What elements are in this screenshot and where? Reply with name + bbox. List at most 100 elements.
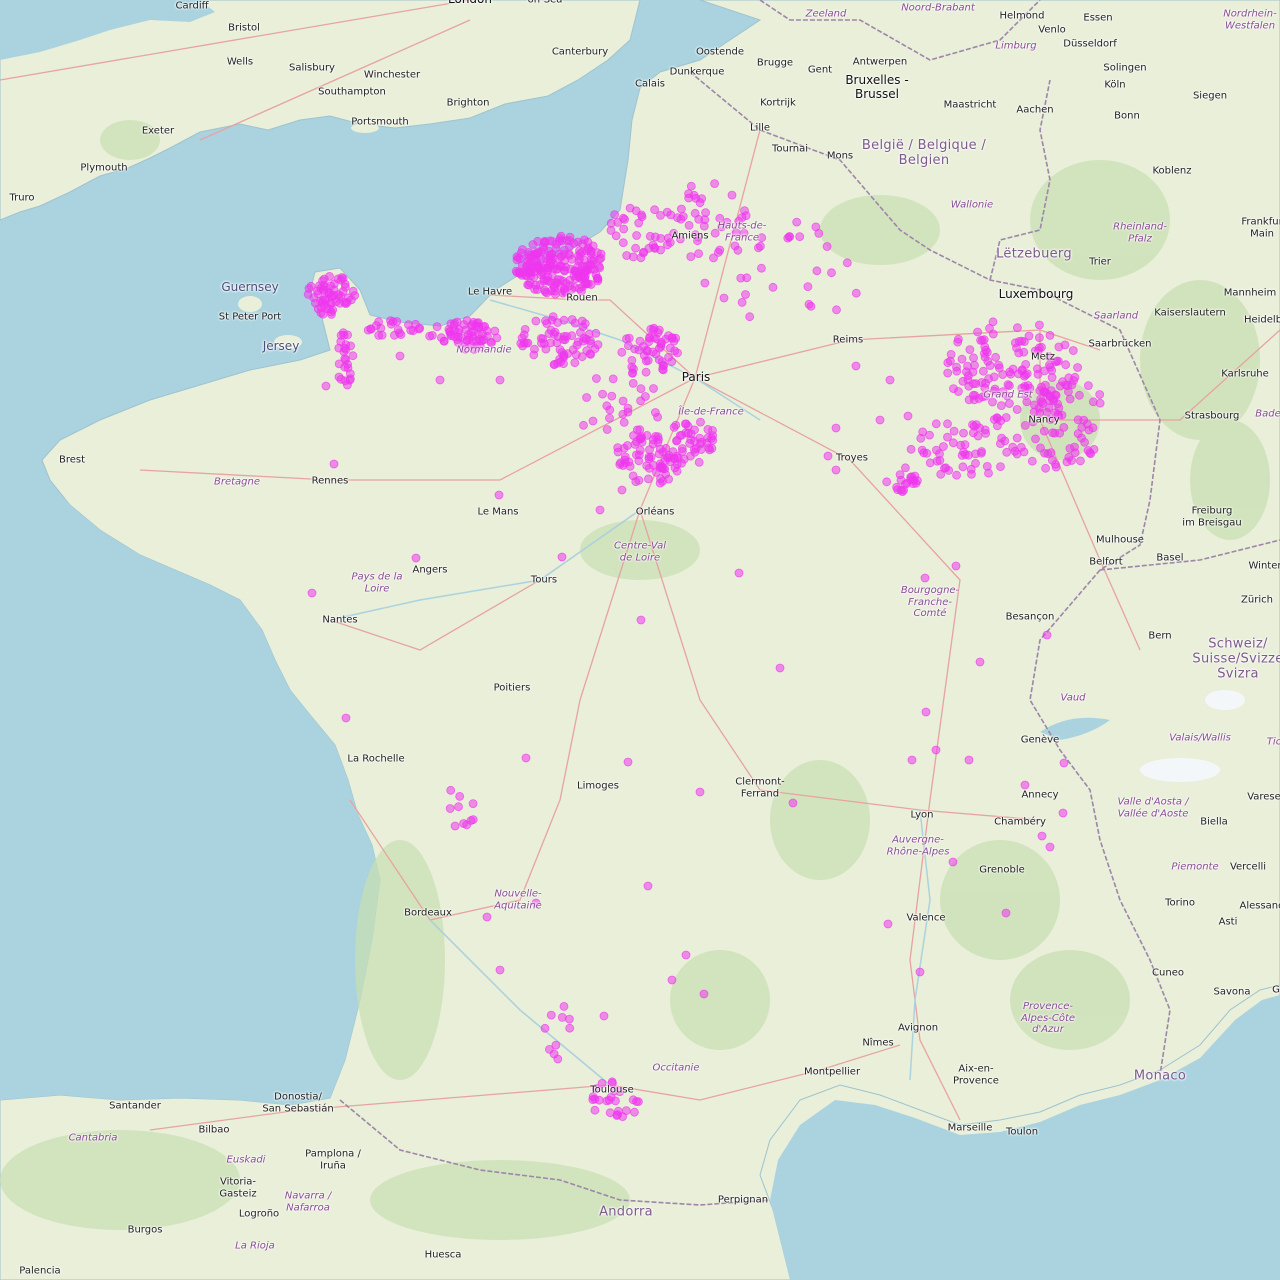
- point-marker[interactable]: [482, 912, 492, 922]
- point-marker[interactable]: [1037, 831, 1047, 841]
- point-marker[interactable]: [652, 467, 661, 477]
- point-marker[interactable]: [340, 282, 350, 292]
- point-marker[interactable]: [851, 361, 861, 371]
- point-marker[interactable]: [595, 505, 605, 515]
- point-marker[interactable]: [643, 881, 653, 891]
- point-marker[interactable]: [607, 391, 617, 401]
- point-marker[interactable]: [875, 415, 885, 425]
- point-marker[interactable]: [885, 375, 895, 385]
- point-marker[interactable]: [593, 340, 603, 350]
- point-marker[interactable]: [559, 315, 569, 325]
- point-marker[interactable]: [957, 354, 967, 364]
- point-marker[interactable]: [700, 278, 710, 288]
- point-marker[interactable]: [882, 477, 892, 487]
- point-marker[interactable]: [348, 286, 358, 296]
- point-marker[interactable]: [812, 266, 822, 276]
- point-marker[interactable]: [605, 1108, 615, 1118]
- point-marker[interactable]: [642, 430, 652, 440]
- point-marker[interactable]: [953, 337, 963, 347]
- point-marker[interactable]: [577, 316, 587, 326]
- point-marker[interactable]: [548, 312, 558, 322]
- point-marker[interactable]: [518, 341, 528, 351]
- point-marker[interactable]: [628, 378, 638, 388]
- point-marker[interactable]: [948, 857, 958, 867]
- point-marker[interactable]: [374, 317, 384, 327]
- point-marker[interactable]: [605, 413, 614, 423]
- point-marker[interactable]: [454, 325, 464, 335]
- point-marker[interactable]: [1095, 390, 1105, 399]
- point-marker[interactable]: [1086, 449, 1095, 459]
- point-marker[interactable]: [654, 434, 663, 444]
- point-marker[interactable]: [624, 333, 634, 343]
- point-marker[interactable]: [1020, 780, 1030, 790]
- point-marker[interactable]: [964, 755, 974, 765]
- point-marker[interactable]: [976, 335, 985, 345]
- point-marker[interactable]: [641, 392, 650, 401]
- point-marker[interactable]: [644, 243, 654, 253]
- point-marker[interactable]: [519, 330, 529, 340]
- point-marker[interactable]: [628, 368, 637, 378]
- point-marker[interactable]: [623, 441, 632, 450]
- point-marker[interactable]: [686, 181, 696, 191]
- point-marker[interactable]: [571, 350, 581, 360]
- point-marker[interactable]: [389, 330, 399, 340]
- point-marker[interactable]: [727, 190, 737, 200]
- point-marker[interactable]: [988, 317, 998, 327]
- point-marker[interactable]: [643, 356, 653, 365]
- point-marker[interactable]: [377, 330, 387, 340]
- point-marker[interactable]: [516, 248, 526, 258]
- point-marker[interactable]: [931, 745, 941, 755]
- point-marker[interactable]: [792, 217, 802, 227]
- point-marker[interactable]: [733, 245, 743, 255]
- point-marker[interactable]: [406, 325, 416, 335]
- point-marker[interactable]: [454, 802, 463, 812]
- point-marker[interactable]: [1036, 394, 1046, 404]
- point-marker[interactable]: [618, 1112, 627, 1121]
- point-marker[interactable]: [557, 552, 567, 562]
- point-marker[interactable]: [641, 367, 651, 377]
- point-marker[interactable]: [521, 753, 531, 763]
- point-marker[interactable]: [971, 458, 980, 468]
- point-marker[interactable]: [958, 376, 968, 386]
- point-marker[interactable]: [1045, 330, 1055, 340]
- point-marker[interactable]: [1019, 347, 1029, 357]
- point-marker[interactable]: [639, 342, 648, 351]
- point-marker[interactable]: [427, 330, 437, 340]
- point-marker[interactable]: [630, 1107, 639, 1117]
- point-marker[interactable]: [1070, 372, 1080, 382]
- point-marker[interactable]: [605, 405, 615, 415]
- point-marker[interactable]: [468, 799, 478, 808]
- point-marker[interactable]: [619, 417, 629, 427]
- point-marker[interactable]: [1073, 363, 1082, 372]
- point-marker[interactable]: [931, 419, 941, 429]
- point-marker[interactable]: [657, 337, 666, 347]
- point-marker[interactable]: [806, 301, 816, 311]
- point-marker[interactable]: [582, 393, 591, 402]
- point-marker[interactable]: [1064, 387, 1073, 397]
- point-marker[interactable]: [1035, 320, 1044, 330]
- point-marker[interactable]: [925, 430, 934, 440]
- point-marker[interactable]: [1035, 386, 1045, 396]
- point-marker[interactable]: [663, 240, 672, 250]
- point-marker[interactable]: [660, 464, 670, 474]
- point-marker[interactable]: [590, 1105, 600, 1115]
- point-marker[interactable]: [1073, 429, 1083, 439]
- point-marker[interactable]: [623, 403, 633, 413]
- point-marker[interactable]: [645, 445, 654, 455]
- point-marker[interactable]: [699, 989, 709, 999]
- point-marker[interactable]: [925, 458, 935, 468]
- point-marker[interactable]: [920, 573, 930, 583]
- point-marker[interactable]: [958, 462, 968, 472]
- point-marker[interactable]: [1036, 443, 1045, 453]
- point-marker[interactable]: [741, 211, 751, 221]
- point-marker[interactable]: [851, 288, 861, 298]
- point-marker[interactable]: [343, 330, 353, 340]
- point-marker[interactable]: [395, 351, 405, 361]
- point-marker[interactable]: [636, 384, 646, 394]
- point-marker[interactable]: [580, 271, 590, 281]
- point-marker[interactable]: [684, 189, 693, 199]
- point-marker[interactable]: [664, 474, 673, 484]
- point-marker[interactable]: [1021, 359, 1031, 369]
- point-marker[interactable]: [467, 320, 477, 329]
- point-marker[interactable]: [613, 443, 623, 453]
